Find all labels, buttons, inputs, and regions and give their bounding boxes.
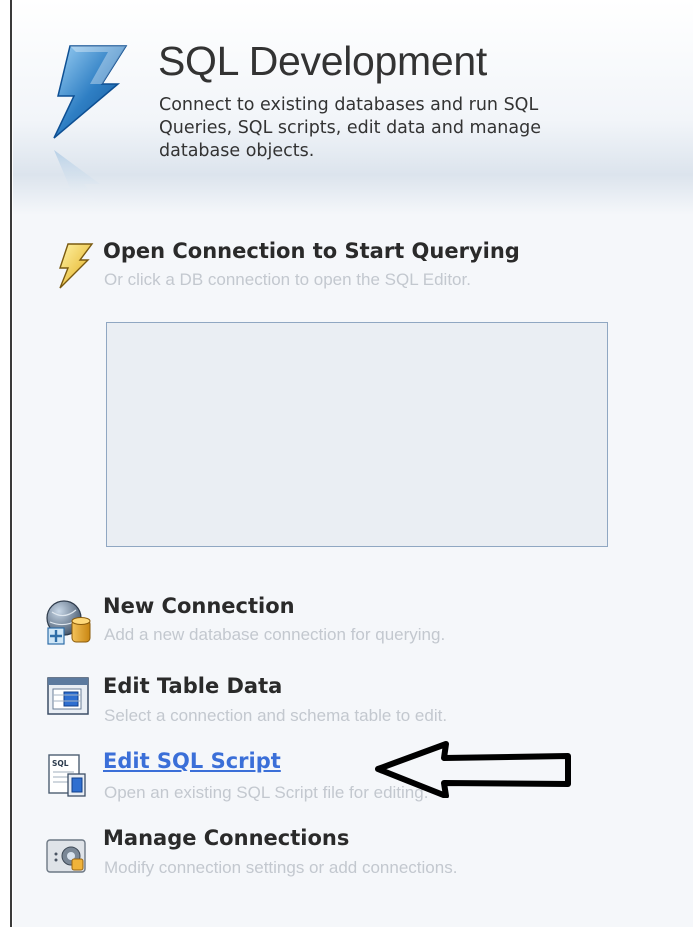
manage-connections-icon[interactable]: [44, 836, 90, 876]
new-connection-link[interactable]: New Connection: [103, 594, 295, 618]
lightning-bolt-icon: [53, 45, 128, 206]
manage-connections-link[interactable]: Manage Connections: [103, 826, 349, 850]
page-description: Connect to existing databases and run SQ…: [159, 95, 541, 161]
annotation-arrow-icon: [375, 741, 571, 798]
edit-table-data-link[interactable]: Edit Table Data: [103, 674, 282, 698]
new-connection-icon[interactable]: [44, 598, 94, 646]
edit-table-data-subtitle: Select a connection and schema table to …: [104, 706, 448, 725]
page-title: SQL Development: [158, 38, 487, 84]
open-connection-title: Open Connection to Start Querying: [103, 239, 520, 263]
open-connection-lightning-icon: [59, 243, 94, 289]
window-left-border: [0, 0, 13, 927]
sql-script-icon[interactable]: SQL: [46, 752, 92, 800]
new-connection-subtitle: Add a new database connection for queryi…: [104, 625, 446, 644]
edit-sql-script-link[interactable]: Edit SQL Script: [103, 749, 281, 773]
svg-text:SQL: SQL: [52, 759, 69, 768]
manage-connections-subtitle: Modify connection settings or add connec…: [104, 858, 458, 877]
connection-list[interactable]: [106, 322, 608, 547]
table-icon[interactable]: [46, 676, 92, 718]
open-connection-subtitle: Or click a DB connection to open the SQL…: [104, 270, 471, 289]
